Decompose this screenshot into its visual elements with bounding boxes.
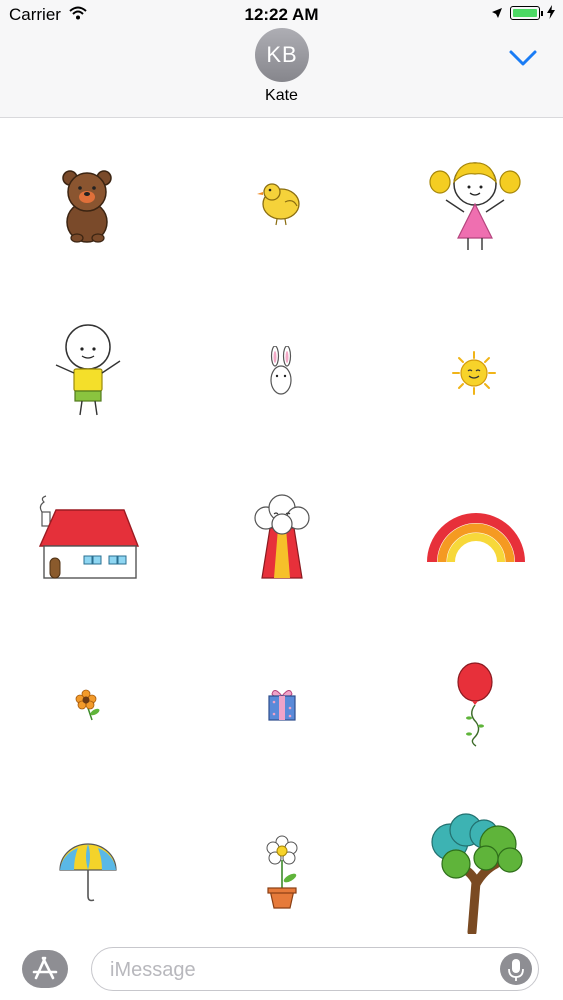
sticker-gift[interactable] xyxy=(266,686,298,722)
chevron-down-icon xyxy=(509,50,537,66)
battery-icon xyxy=(510,6,540,20)
sticker-sun[interactable] xyxy=(451,350,497,396)
contact-name[interactable]: Kate xyxy=(0,87,563,105)
app-store-button[interactable] xyxy=(22,950,68,988)
sticker-flower[interactable] xyxy=(74,688,102,722)
sticker-umbrella[interactable] xyxy=(58,842,118,904)
sticker-chick[interactable] xyxy=(255,178,307,226)
message-input[interactable] xyxy=(108,954,492,986)
sticker-girl[interactable] xyxy=(428,160,522,252)
sticker-boy[interactable] xyxy=(50,323,126,417)
charging-bolt-icon xyxy=(547,5,555,19)
battery-tip xyxy=(541,11,543,16)
sticker-potted-daisy[interactable] xyxy=(262,834,302,910)
app-store-icon xyxy=(32,956,58,980)
sticker-rainbow[interactable] xyxy=(426,510,526,568)
sticker-bunny[interactable] xyxy=(266,346,296,396)
microphone-button[interactable] xyxy=(500,953,532,985)
collapse-button[interactable] xyxy=(505,44,541,72)
sticker-grid xyxy=(0,118,563,938)
sticker-house[interactable] xyxy=(36,494,140,582)
sticker-volcano[interactable] xyxy=(252,494,312,582)
avatar-initials: KB xyxy=(266,42,298,67)
message-field[interactable] xyxy=(91,947,539,991)
sticker-bear[interactable] xyxy=(58,166,118,244)
sticker-balloon[interactable] xyxy=(454,662,496,748)
microphone-icon xyxy=(508,959,524,981)
status-bar: Carrier 12:22 AM xyxy=(0,0,563,30)
contact-avatar[interactable]: KB xyxy=(255,28,309,82)
location-arrow-icon xyxy=(492,8,502,18)
status-time: 12:22 AM xyxy=(244,5,319,24)
message-composer xyxy=(0,940,563,1000)
sticker-tree[interactable] xyxy=(426,812,524,934)
